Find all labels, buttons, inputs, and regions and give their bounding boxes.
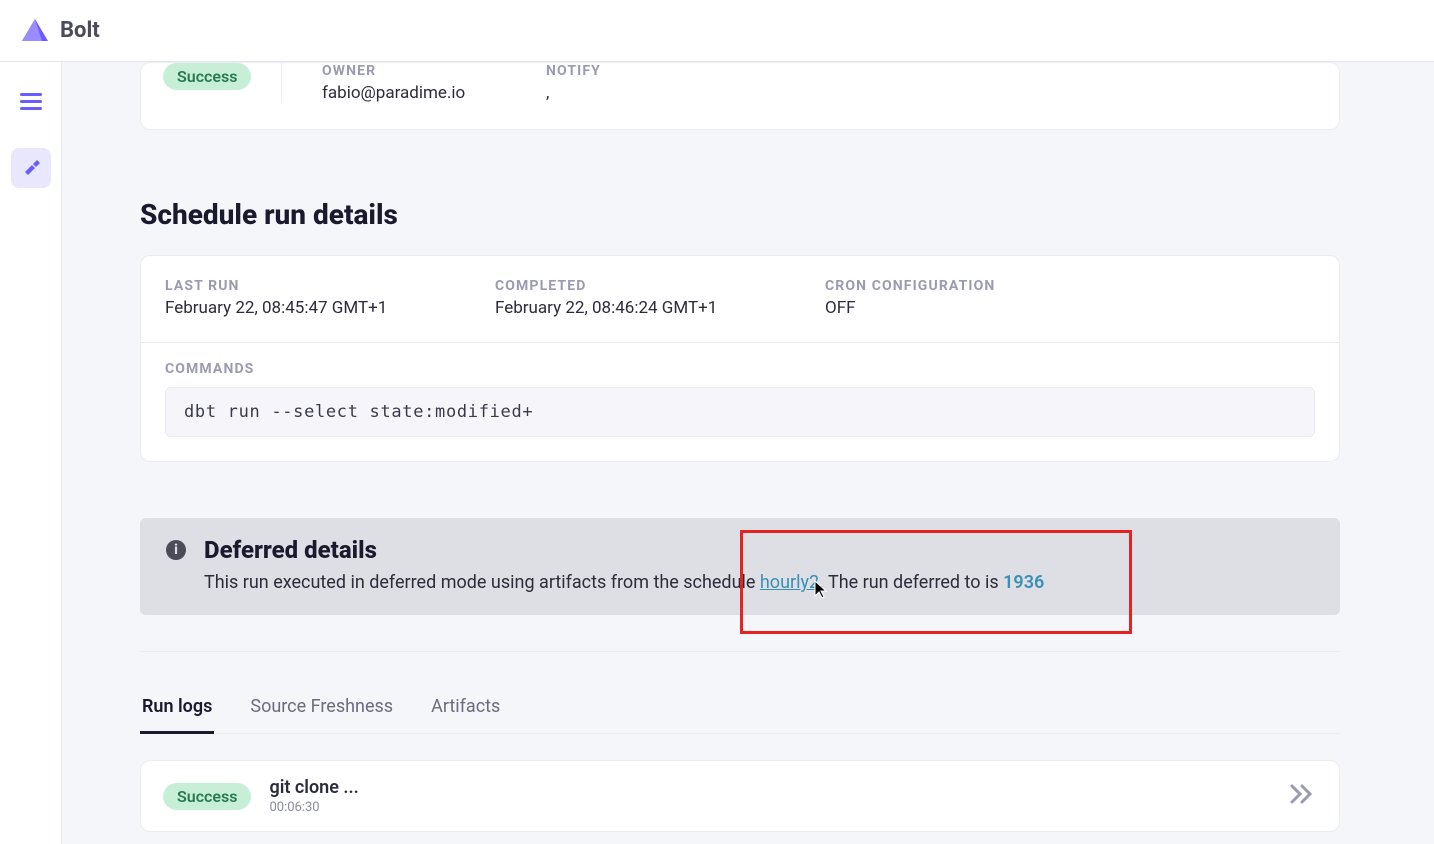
commands-label: COMMANDS bbox=[165, 361, 1315, 377]
summary-card: Success OWNER fabio@paradime.io NOTIFY , bbox=[140, 62, 1340, 130]
sidebar-menu-button[interactable] bbox=[11, 84, 51, 124]
hammer-icon bbox=[20, 155, 42, 181]
log-time: 00:06:30 bbox=[269, 800, 1271, 815]
deferred-title: Deferred details bbox=[204, 536, 377, 564]
app-logo[interactable]: Bolt bbox=[20, 17, 100, 45]
section-title: Schedule run details bbox=[140, 198, 1340, 231]
sidebar-build-button[interactable] bbox=[11, 148, 51, 188]
run-details-card: LAST RUN February 22, 08:45:47 GMT+1 COM… bbox=[140, 255, 1340, 462]
status-badge: Success bbox=[163, 783, 251, 810]
log-row[interactable]: Success git clone ... 00:06:30 bbox=[140, 760, 1340, 832]
deferred-run-id-link[interactable]: 1936 bbox=[1003, 572, 1044, 593]
sidebar bbox=[0, 62, 62, 844]
last-run-label: LAST RUN bbox=[165, 278, 415, 294]
info-icon: i bbox=[166, 540, 186, 560]
deferred-text-prefix: This run executed in deferred mode using… bbox=[204, 572, 760, 593]
deferred-text-middle: . The run deferred to is bbox=[819, 572, 1003, 593]
app-header: Bolt bbox=[0, 0, 1434, 62]
tab-artifacts[interactable]: Artifacts bbox=[429, 696, 502, 734]
status-badge: Success bbox=[163, 63, 251, 90]
cron-label: CRON CONFIGURATION bbox=[825, 278, 1075, 294]
last-run-value: February 22, 08:45:47 GMT+1 bbox=[165, 298, 415, 318]
deferred-details-panel: i Deferred details This run executed in … bbox=[140, 518, 1340, 615]
owner-label: OWNER bbox=[322, 63, 546, 79]
bolt-logo-icon bbox=[20, 17, 50, 45]
tab-source-freshness[interactable]: Source Freshness bbox=[248, 696, 395, 734]
commands-code: dbt run --select state:modified+ bbox=[165, 387, 1315, 437]
notify-value: , bbox=[546, 83, 770, 103]
deferred-schedule-link[interactable]: hourly2 bbox=[760, 572, 819, 593]
log-title: git clone ... bbox=[269, 777, 1271, 798]
cron-value: OFF bbox=[825, 298, 1075, 318]
app-name: Bolt bbox=[60, 18, 100, 43]
chevron-right-icon bbox=[1289, 783, 1317, 809]
notify-label: NOTIFY bbox=[546, 63, 770, 79]
hamburger-icon bbox=[20, 93, 42, 115]
owner-value: fabio@paradime.io bbox=[322, 83, 546, 103]
completed-value: February 22, 08:46:24 GMT+1 bbox=[495, 298, 745, 318]
tab-run-logs[interactable]: Run logs bbox=[140, 696, 214, 734]
deferred-body: This run executed in deferred mode using… bbox=[204, 572, 1314, 593]
completed-label: COMPLETED bbox=[495, 278, 745, 294]
log-tabs: Run logs Source Freshness Artifacts bbox=[140, 696, 1340, 734]
